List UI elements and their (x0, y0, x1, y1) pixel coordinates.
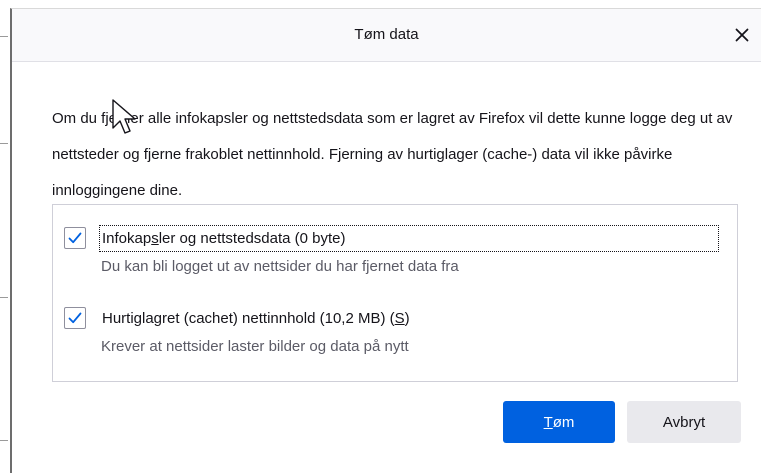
screen: Tøm data Om du fjerner alle infokapsler … (0, 0, 764, 473)
cache-description: Krever at nettsider laster bilder og dat… (101, 338, 409, 355)
dialog-description: Om du fjerner alle infokapsler og nettst… (52, 110, 733, 199)
checkmark-icon (68, 312, 82, 324)
background-divider (0, 143, 8, 144)
cookies-label[interactable]: Infokapsler og nettstedsdata (0 byte) (99, 224, 719, 252)
clear-button-accesskey: T (543, 413, 553, 431)
cancel-button[interactable]: Avbryt (627, 401, 741, 443)
close-button[interactable] (725, 18, 759, 52)
checkmark-icon (68, 232, 82, 244)
clear-button-label: øm (552, 413, 575, 431)
clear-button[interactable]: Tøm (503, 401, 615, 443)
close-icon (735, 28, 749, 42)
cookies-description: Du kan bli logget ut av nettsider du har… (101, 258, 459, 275)
cache-label[interactable]: Hurtiglagret (cachet) nettinnhold (10,2 … (100, 306, 414, 331)
options-box: Infokapsler og nettstedsdata (0 byte) Du… (52, 204, 738, 382)
option-cache: Hurtiglagret (cachet) nettinnhold (10,2 … (64, 303, 414, 355)
cache-checkbox[interactable] (64, 307, 86, 329)
background-divider (0, 36, 8, 37)
background-divider (0, 297, 8, 298)
cookies-checkbox[interactable] (64, 227, 86, 249)
dialog-title: Tøm data (354, 26, 419, 43)
background-divider (0, 440, 8, 441)
clear-data-dialog: Tøm data Om du fjerner alle infokapsler … (10, 8, 761, 473)
dialog-titlebar: Tøm data (12, 9, 761, 62)
option-cookies: Infokapsler og nettstedsdata (0 byte) Du… (64, 223, 719, 275)
